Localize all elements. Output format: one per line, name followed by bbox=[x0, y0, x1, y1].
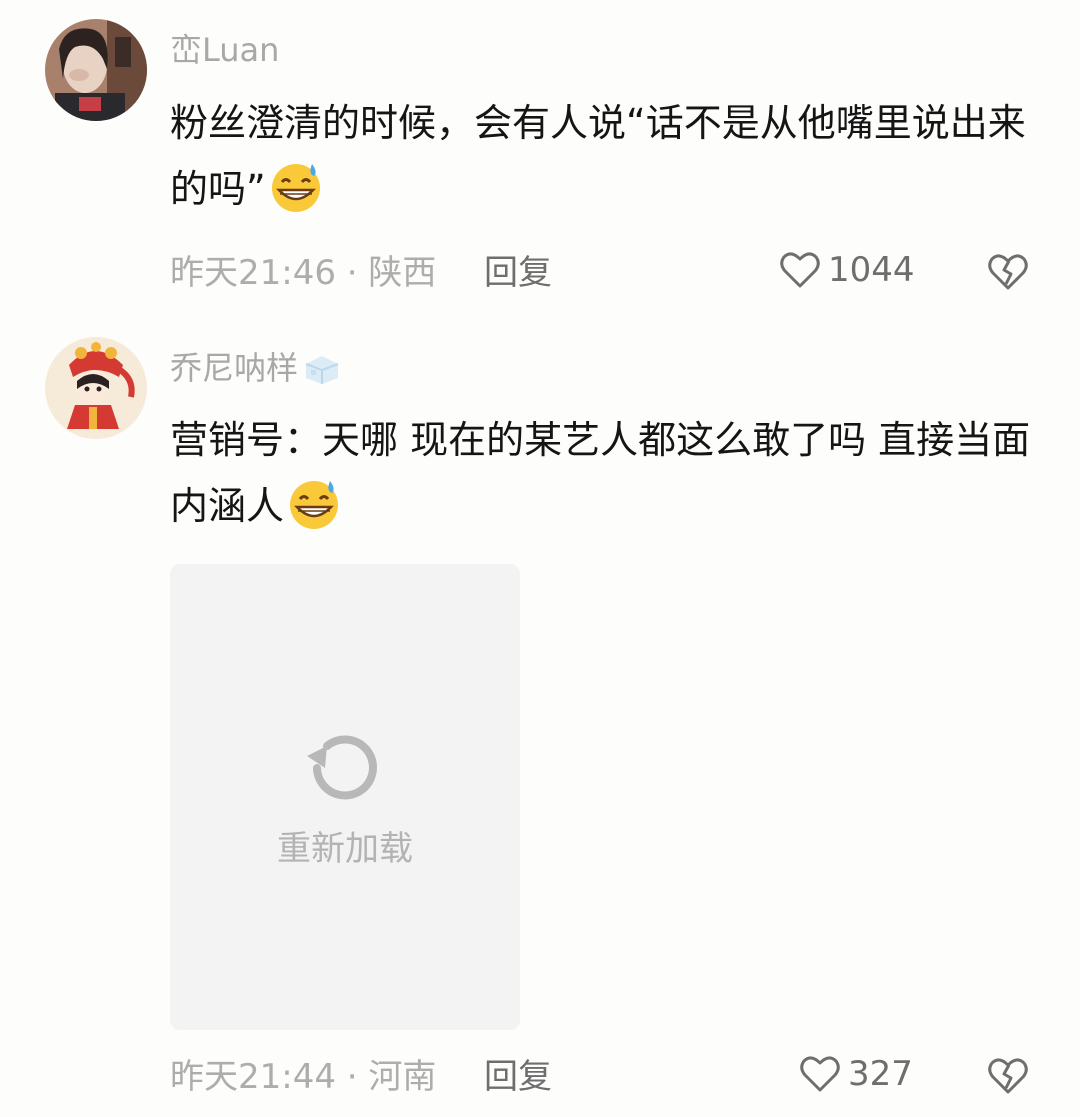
username[interactable]: 乔尼呐样 bbox=[170, 348, 342, 388]
dislike-button[interactable] bbox=[986, 1054, 1030, 1102]
comment-meta: 昨天21:44 · 河南 回复 327 bbox=[170, 1052, 1030, 1102]
like-count: 327 bbox=[848, 1054, 913, 1094]
broken-heart-icon bbox=[988, 1058, 1028, 1094]
ice-cube-badge bbox=[305, 356, 339, 384]
heart-outline-icon bbox=[800, 1056, 840, 1092]
refresh-icon[interactable] bbox=[303, 726, 387, 810]
image-placeholder[interactable]: 重新加载 bbox=[170, 564, 520, 1030]
reply-button[interactable]: 回复 bbox=[484, 1056, 552, 1098]
comment-item: 乔尼呐样 营销号：天哪 现在的某艺人都这么敢了吗 直接当面内涵人 重新加载 昨天… bbox=[0, 0, 1080, 1117]
like-button[interactable]: 327 bbox=[798, 1052, 913, 1096]
grinning-sweat-emoji bbox=[290, 481, 339, 529]
reload-label[interactable]: 重新加载 bbox=[170, 828, 520, 870]
comment-text: 营销号：天哪 现在的某艺人都这么敢了吗 直接当面内涵人 bbox=[170, 407, 1050, 539]
time-location: 昨天21:44 · 河南 bbox=[170, 1057, 437, 1097]
avatar[interactable] bbox=[45, 337, 147, 439]
username-text: 乔尼呐样 bbox=[170, 349, 299, 387]
